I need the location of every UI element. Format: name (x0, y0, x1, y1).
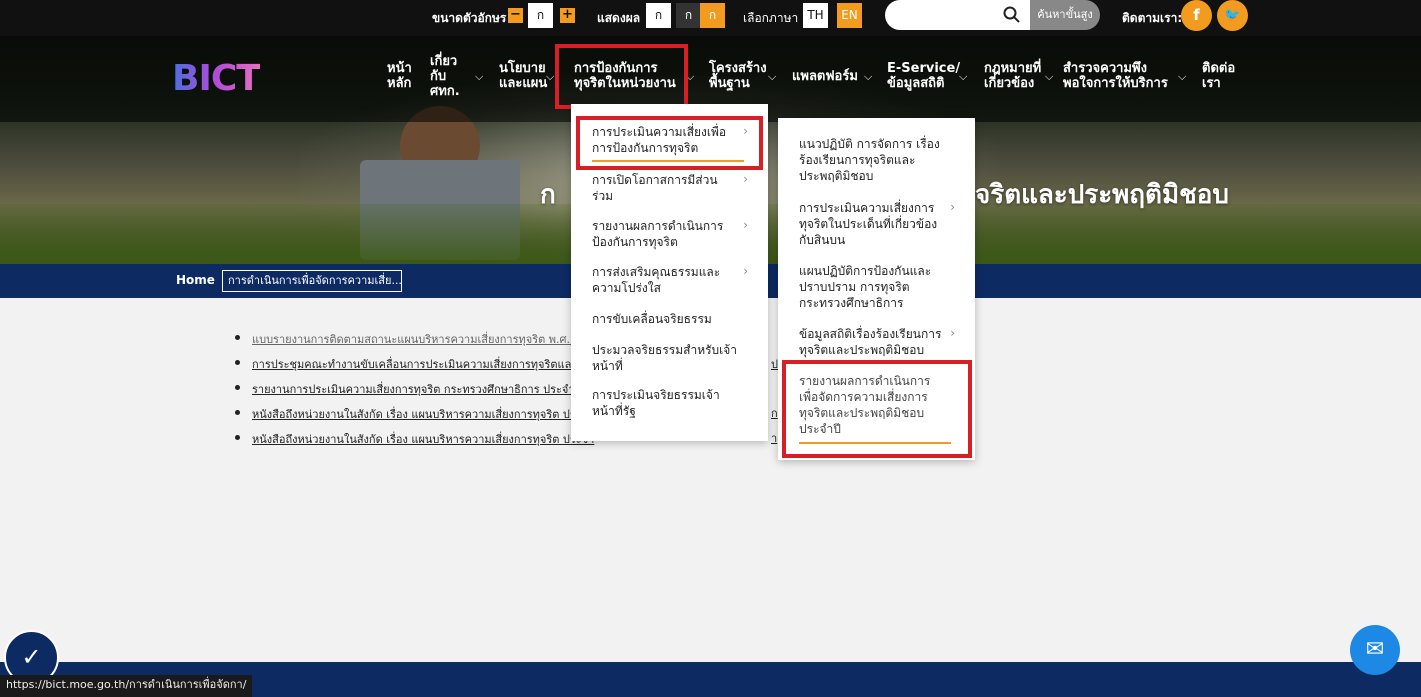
font-increase-button[interactable]: + (560, 8, 575, 23)
document-link[interactable]: หนังสือถึงหน่วยงานในสังกัด เรื่อง แผนบริ… (252, 433, 594, 446)
highlight-box-level2 (782, 360, 972, 458)
advanced-search-button[interactable]: ค้นหาขั้นสูง (1030, 0, 1100, 30)
chevron-right-icon: › (743, 264, 748, 278)
chevron-down-icon: ⌵ (475, 70, 484, 83)
document-link-tail[interactable]: า (771, 429, 777, 447)
chevron-down-icon: ⌵ (768, 70, 777, 83)
list-item: หนังสือถึงหน่วยงานในสังกัด เรื่อง แผนบริ… (235, 430, 603, 455)
menu-item-ethics-promotion[interactable]: การส่งเสริมคุณธรรมและ ความโปร่งใส (592, 264, 742, 296)
nav-survey[interactable]: สำรวจความพึง พอใจการให้บริการ (1063, 61, 1168, 91)
nav-contact[interactable]: ติดต่อ เรา (1202, 61, 1235, 91)
display-yellow-button[interactable]: ก (700, 3, 725, 28)
top-utility-bar: ขนาดตัวอักษร − ก + แสดงผล ก ก ก เลือกภาษ… (0, 0, 1421, 36)
nav-policy[interactable]: นโยบาย และแผน (499, 61, 547, 91)
nav-infrastructure[interactable]: โครงสร้าง พื้นฐาน (709, 61, 767, 91)
document-link-tail[interactable]: ก (771, 404, 778, 422)
chevron-right-icon: › (950, 326, 955, 340)
document-link[interactable]: การประชุมคณะทำงานขับเคลื่อนการประเมินควา… (252, 358, 603, 371)
menu-item-participation[interactable]: การเปิดโอกาสการมีส่วน ร่วม (592, 172, 742, 204)
menu-item-bribery-risk[interactable]: การประเมินความเสี่ยงการ ทุจริตในประเด็นท… (799, 200, 959, 248)
status-bar-url: https://bict.moe.go.th/การดำเนินการเพื่อ… (0, 675, 253, 697)
chevron-right-icon: › (743, 218, 748, 232)
menu-item-complaint-guideline[interactable]: แนวปฏิบัติ การจัดการ เรื่อง ร้องเรียนการ… (799, 136, 959, 184)
nav-about[interactable]: เกี่ยว กับ ศทก. (430, 54, 460, 99)
twitter-icon[interactable]: 🐦 (1217, 0, 1248, 31)
menu-item-ethics-drive[interactable]: การขับเคลื่อนจริยธรรม (592, 311, 742, 327)
nav-law[interactable]: กฎหมายที่ เกี่ยวข้อง (984, 61, 1041, 91)
language-label: เลือกภาษา (743, 11, 799, 25)
list-item: รายงานการประเมินความเสี่ยงการทุจริต กระท… (235, 380, 603, 405)
list-item: การประชุมคณะทำงานขับเคลื่อนการประเมินควา… (235, 355, 603, 380)
lang-en-button[interactable]: EN (837, 3, 862, 28)
chevron-down-icon: ⌵ (1178, 70, 1187, 83)
menu-item-prevention-report[interactable]: รายงานผลการดำเนินการ ป้องกันการทุจริต (592, 218, 742, 250)
highlight-box-nav (555, 44, 688, 109)
search-icon[interactable] (1003, 6, 1021, 24)
nav-platform[interactable]: แพลตฟอร์ม (792, 69, 858, 84)
hero-title-right: จริตและประพฤติมิชอบ (975, 180, 1229, 210)
nav-eservice[interactable]: E-Service/ ข้อมูลสถิติ (887, 61, 960, 91)
logo-text: BICT (172, 58, 261, 99)
messenger-icon[interactable]: ✉ (1350, 625, 1400, 675)
chevron-down-icon: ⌵ (959, 70, 968, 83)
font-decrease-button[interactable]: − (508, 8, 523, 23)
menu-item-ethics-assessment[interactable]: การประเมินจริยธรรมเจ้า หน้าที่รัฐ (592, 387, 742, 419)
document-link[interactable]: รายงานการประเมินความเสี่ยงการทุจริต กระท… (252, 383, 594, 396)
nav-home[interactable]: หน้า หลัก (387, 61, 412, 91)
lang-th-button[interactable]: TH (803, 3, 828, 28)
menu-item-code-of-ethics[interactable]: ประมวลจริยธรรมสำหรับเจ้า หน้าที่ (592, 342, 742, 374)
menu-item-action-plan[interactable]: แผนปฏิบัติการป้องกันและ ปราบปราม การทุจร… (799, 263, 959, 311)
highlight-box-level1 (576, 116, 763, 170)
site-logo[interactable]: BICT (172, 52, 282, 104)
hero-title-left: ก (540, 180, 556, 210)
breadcrumb-current: การดำเนินการเพื่อจัดการความเสี่ย... (222, 270, 402, 292)
chevron-right-icon: › (743, 172, 748, 186)
document-link-tail[interactable]: ป (771, 355, 778, 373)
display-label: แสดงผล (597, 11, 641, 25)
display-normal-button[interactable]: ก (646, 3, 671, 28)
search-input[interactable] (885, 0, 1030, 30)
document-list: แบบรายงานการติดตามสถานะแผนบริหารความเสี่… (235, 330, 603, 455)
list-item: แบบรายงานการติดตามสถานะแผนบริหารความเสี่… (235, 330, 603, 355)
chevron-down-icon: ⌵ (546, 70, 555, 83)
font-normal-button[interactable]: ก (528, 3, 553, 28)
chevron-down-icon: ⌵ (1045, 70, 1054, 83)
document-link[interactable]: แบบรายงานการติดตามสถานะแผนบริหารความเสี่… (252, 333, 598, 346)
document-link[interactable]: หนังสือถึงหน่วยงานในสังกัด เรื่อง แผนบริ… (252, 408, 594, 421)
follow-label: ติดตามเรา: (1122, 11, 1183, 25)
menu-item-complaint-statistics[interactable]: ข้อมูลสถิติเรื่องร้องเรียนการ ทุจริตและป… (799, 326, 959, 358)
list-item: หนังสือถึงหน่วยงานในสังกัด เรื่อง แผนบริ… (235, 405, 603, 430)
facebook-icon[interactable]: f (1181, 0, 1212, 31)
font-size-label: ขนาดตัวอักษร (432, 11, 507, 25)
chevron-down-icon: ⌵ (864, 70, 873, 83)
display-dark-button[interactable]: ก (676, 3, 701, 28)
chevron-right-icon: › (950, 200, 955, 214)
breadcrumb-home[interactable]: Home (176, 273, 215, 287)
